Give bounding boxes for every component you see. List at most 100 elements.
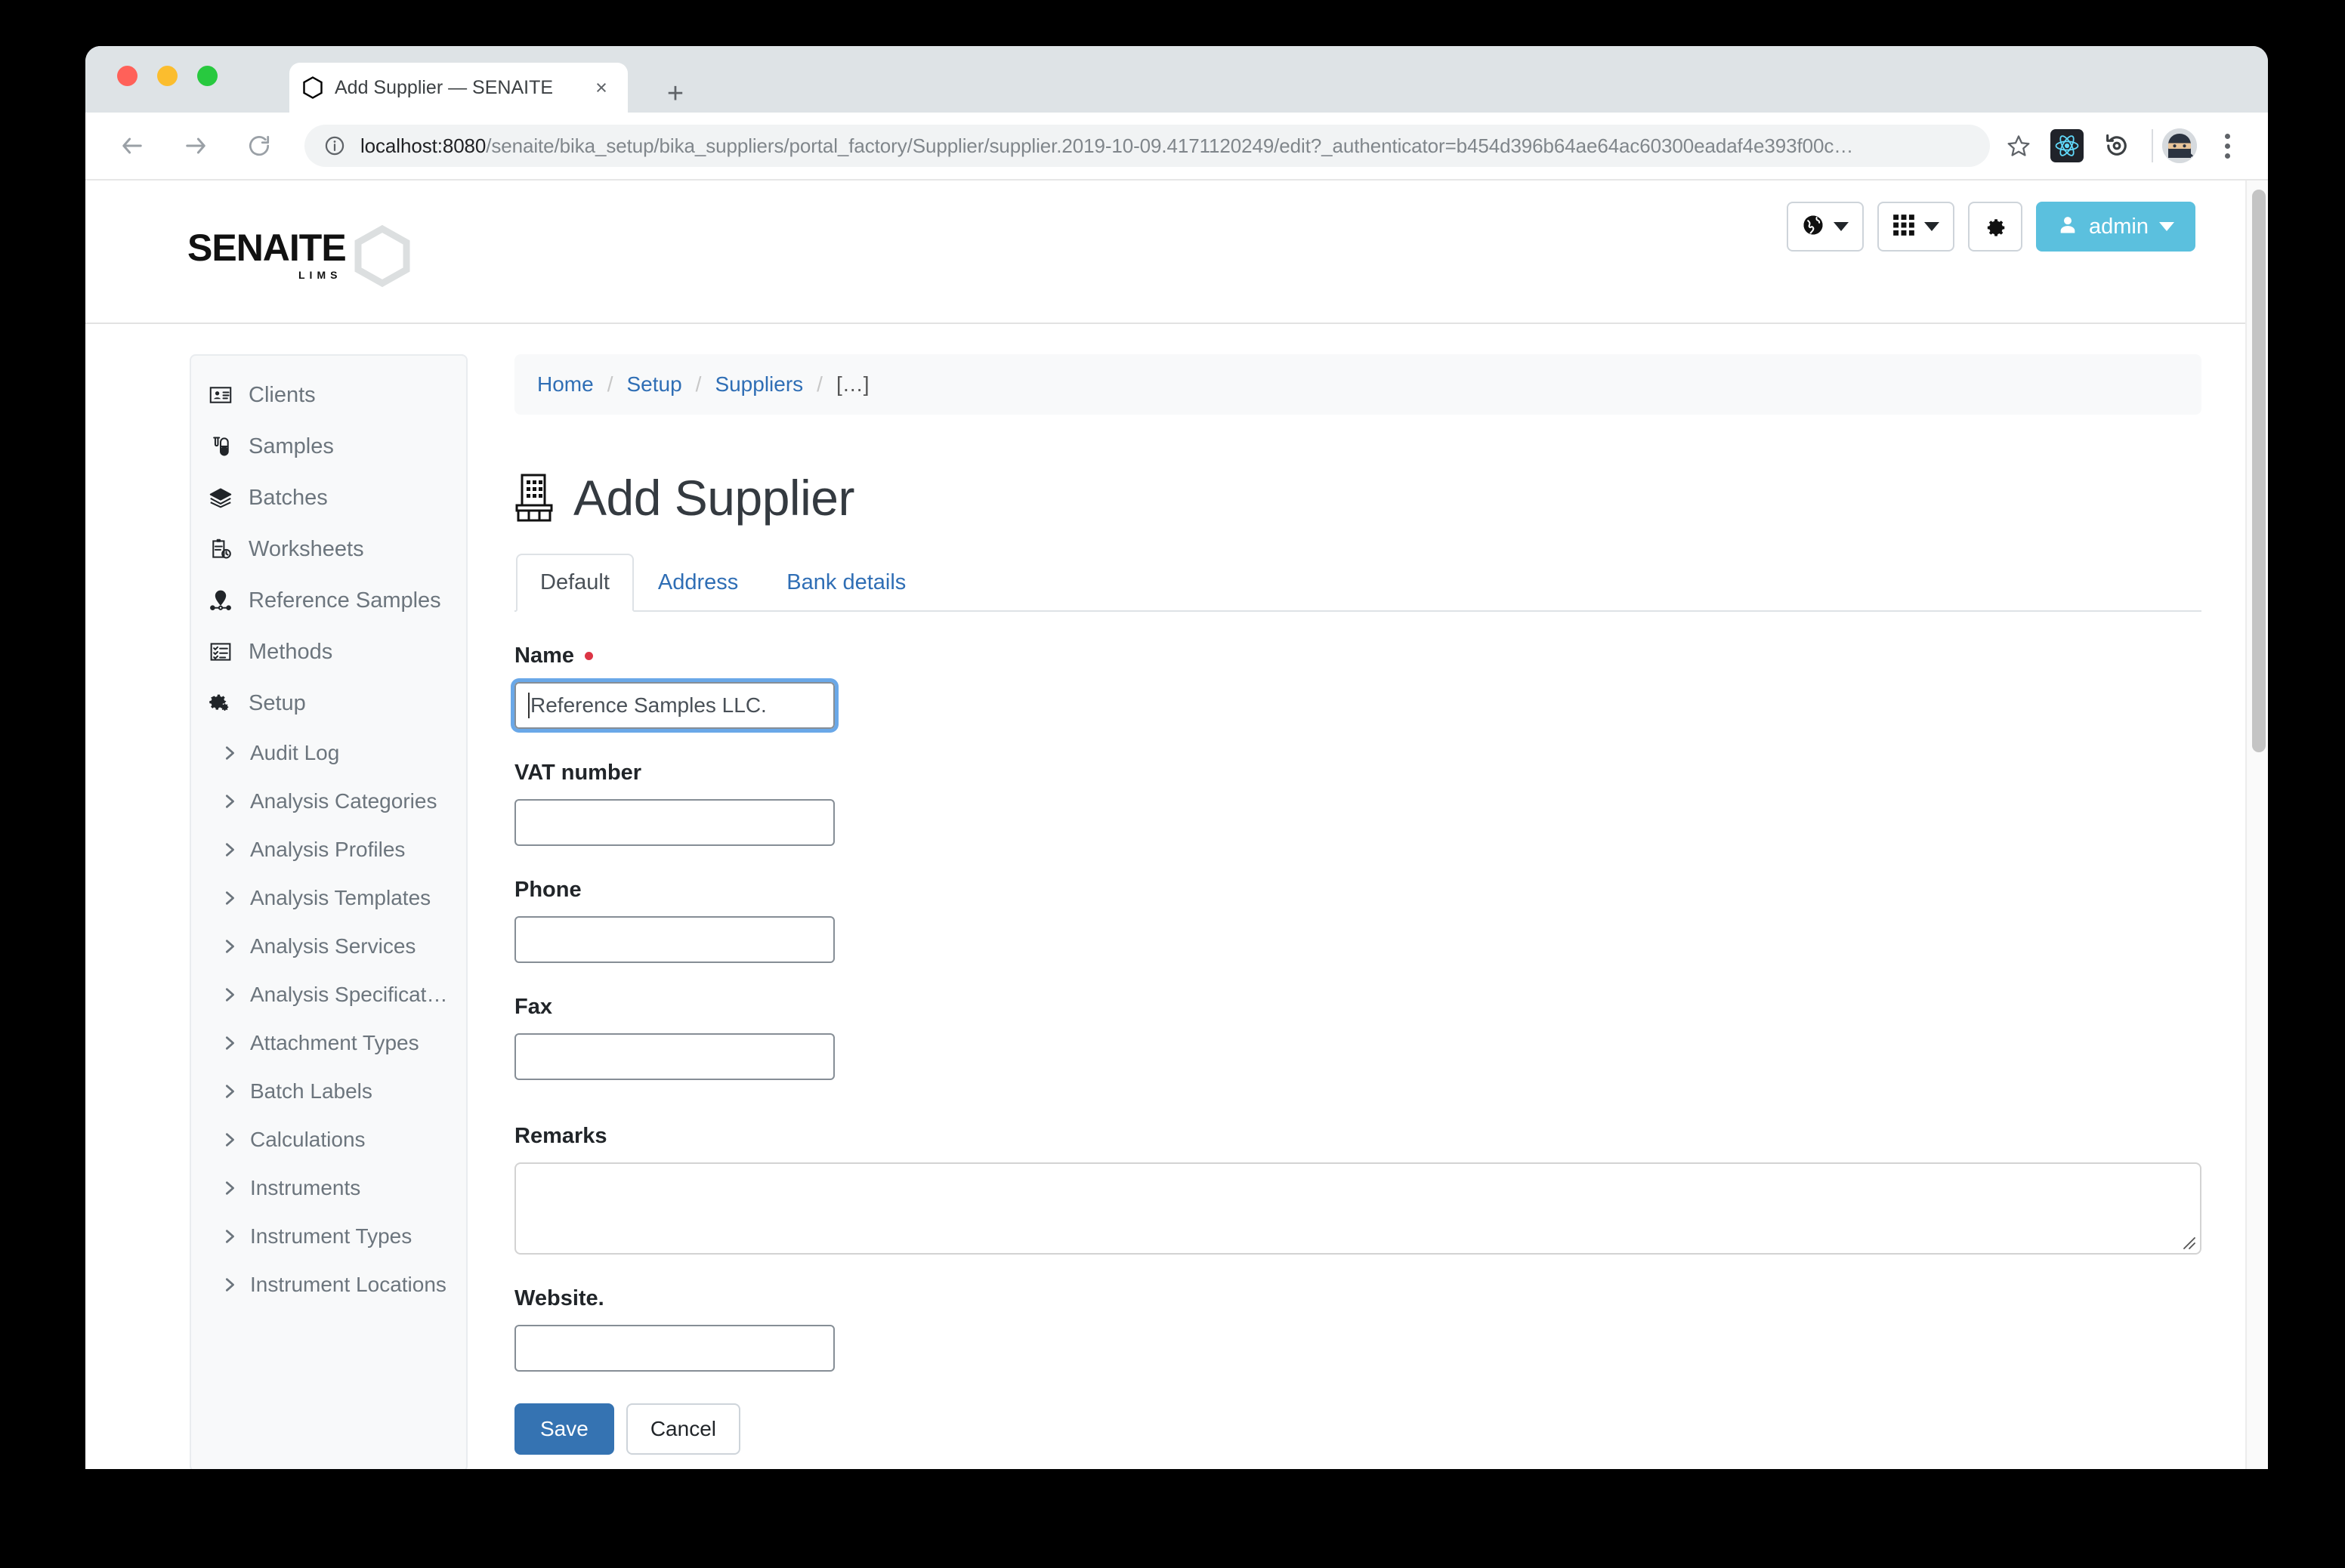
sidebar-subitem-label: Analysis Profiles: [250, 838, 406, 861]
page-title: Add Supplier: [573, 470, 854, 526]
user-menu-button[interactable]: admin: [2036, 202, 2195, 252]
sidebar-item-methods[interactable]: Methods: [191, 626, 466, 678]
reload-icon[interactable]: [238, 125, 280, 167]
name-input-value: Reference Samples LLC.: [530, 693, 767, 717]
info-circle-icon[interactable]: [324, 135, 345, 156]
field-label-phone: Phone: [514, 878, 2201, 903]
breadcrumb-item-home[interactable]: Home: [537, 372, 594, 397]
new-tab-button[interactable]: +: [660, 78, 691, 110]
page-viewport: SENAITE LIMS admin Clients Samples Batch…: [85, 181, 2268, 1469]
sidebar-item-clients[interactable]: Clients: [191, 369, 466, 421]
breadcrumb-separator: /: [607, 372, 613, 396]
star-icon[interactable]: [1997, 125, 2040, 167]
field-label-text: Name: [514, 644, 574, 668]
page-scrollbar-thumb[interactable]: [2252, 190, 2266, 752]
sidebar-item-label: Clients: [249, 382, 316, 407]
browser-tab[interactable]: Add Supplier — SENAITE ×: [289, 63, 628, 113]
field-fax: Fax: [514, 995, 2201, 1080]
svg-text:SENAITE: SENAITE: [187, 227, 346, 269]
apps-button[interactable]: [1877, 202, 1954, 252]
chevron-down-icon: [2159, 222, 2174, 231]
chevron-right-icon: [221, 986, 238, 1003]
field-remarks: Remarks: [514, 1124, 2201, 1255]
name-input[interactable]: Reference Samples LLC.: [514, 682, 835, 729]
sidebar-subitem-analysis-services[interactable]: Analysis Services: [191, 922, 466, 971]
react-devtools-icon[interactable]: [2050, 129, 2084, 162]
chevron-right-icon: [221, 1083, 238, 1100]
sidebar-subitem-instrument-types[interactable]: Instrument Types: [191, 1212, 466, 1261]
address-bar-url: localhost:8080/senaite/bika_setup/bika_s…: [360, 134, 1853, 158]
field-label-text: Remarks: [514, 1124, 607, 1148]
website-input[interactable]: [514, 1325, 835, 1372]
sidebar-item-label: Setup: [249, 690, 306, 715]
sidebar-subitem-analysis-profiles[interactable]: Analysis Profiles: [191, 826, 466, 874]
refresh-history-icon[interactable]: [2100, 129, 2133, 162]
url-host: localhost:8080: [360, 134, 487, 157]
language-button[interactable]: [1787, 202, 1864, 252]
maximize-window-button[interactable]: [197, 66, 218, 86]
breadcrumb-item-suppliers[interactable]: Suppliers: [715, 372, 803, 397]
test-tube-icon: [208, 434, 233, 459]
close-icon[interactable]: ×: [589, 75, 614, 100]
ninja-avatar-icon[interactable]: [2162, 128, 2197, 163]
window-controls: [117, 66, 218, 86]
settings-button[interactable]: [1968, 202, 2022, 252]
three-dot-menu-icon[interactable]: [2212, 127, 2242, 165]
browser-nav-toolbar: localhost:8080/senaite/bika_setup/bika_s…: [85, 113, 2268, 181]
sidebar-subitem-audit-log[interactable]: Audit Log: [191, 729, 466, 777]
sidebar-subitem-label: Analysis Templates: [250, 886, 431, 909]
header-toolbar: admin: [1787, 202, 2195, 252]
required-indicator: [585, 652, 593, 660]
sidebar-subitem-instrument-locations[interactable]: Instrument Locations: [191, 1261, 466, 1309]
sidebar-subitem-analysis-specifications[interactable]: Analysis Specificati…: [191, 971, 466, 1019]
phone-input[interactable]: [514, 916, 835, 963]
breadcrumb-item-setup[interactable]: Setup: [626, 372, 681, 397]
app-header: SENAITE LIMS admin: [85, 181, 2245, 324]
sidebar-subitem-label: Batch Labels: [250, 1079, 372, 1103]
chevron-right-icon: [221, 890, 238, 906]
tab-default[interactable]: Default: [516, 554, 634, 612]
fax-input[interactable]: [514, 1033, 835, 1080]
cancel-button[interactable]: Cancel: [626, 1403, 740, 1455]
sidebar: Clients Samples Batches Worksheets Refer…: [190, 354, 468, 1469]
sidebar-subitem-batch-labels[interactable]: Batch Labels: [191, 1067, 466, 1116]
sidebar-subitem-label: Analysis Specificati…: [250, 983, 450, 1006]
sidebar-item-reference-samples[interactable]: Reference Samples: [191, 575, 466, 626]
user-icon: [2057, 215, 2078, 239]
vat-number-input[interactable]: [514, 799, 835, 846]
field-label-text: Phone: [514, 878, 582, 902]
arrow-left-icon[interactable]: [111, 125, 153, 167]
minimize-window-button[interactable]: [157, 66, 178, 86]
save-button[interactable]: Save: [514, 1403, 614, 1455]
sidebar-subitem-label: Instrument Locations: [250, 1273, 446, 1296]
sidebar-subitem-analysis-categories[interactable]: Analysis Categories: [191, 777, 466, 826]
tab-bank-details[interactable]: Bank details: [762, 554, 930, 612]
page-scrollbar[interactable]: [2245, 181, 2268, 1469]
field-name: Name Reference Samples LLC.: [514, 644, 2201, 729]
map-pin-icon: [208, 588, 233, 613]
chevron-right-icon: [221, 938, 238, 955]
close-window-button[interactable]: [117, 66, 137, 86]
main-content: Home / Setup / Suppliers / […] Add Suppl…: [514, 354, 2245, 1469]
tab-address[interactable]: Address: [634, 554, 762, 612]
senaite-logo[interactable]: SENAITE LIMS: [187, 221, 444, 288]
hexagon-icon: [303, 76, 323, 99]
remarks-textarea[interactable]: [514, 1162, 2201, 1255]
sidebar-item-samples[interactable]: Samples: [191, 421, 466, 472]
chevron-down-icon: [1834, 222, 1849, 231]
clipboard-clock-icon: [208, 536, 233, 562]
sidebar-item-batches[interactable]: Batches: [191, 472, 466, 523]
address-bar[interactable]: localhost:8080/senaite/bika_setup/bika_s…: [304, 125, 1990, 167]
sidebar-subitem-calculations[interactable]: Calculations: [191, 1116, 466, 1164]
arrow-right-icon[interactable]: [175, 125, 217, 167]
resize-grip-icon[interactable]: [2180, 1233, 2196, 1250]
sidebar-item-worksheets[interactable]: Worksheets: [191, 523, 466, 575]
sidebar-subitem-attachment-types[interactable]: Attachment Types: [191, 1019, 466, 1067]
sidebar-subitem-label: Instrument Types: [250, 1224, 412, 1248]
sidebar-item-setup[interactable]: Setup: [191, 678, 466, 729]
sidebar-subitem-analysis-templates[interactable]: Analysis Templates: [191, 874, 466, 922]
cogs-icon: [208, 690, 233, 716]
svg-text:LIMS: LIMS: [298, 269, 341, 281]
sidebar-subitem-instruments[interactable]: Instruments: [191, 1164, 466, 1212]
toolbar-divider: [2152, 129, 2153, 162]
